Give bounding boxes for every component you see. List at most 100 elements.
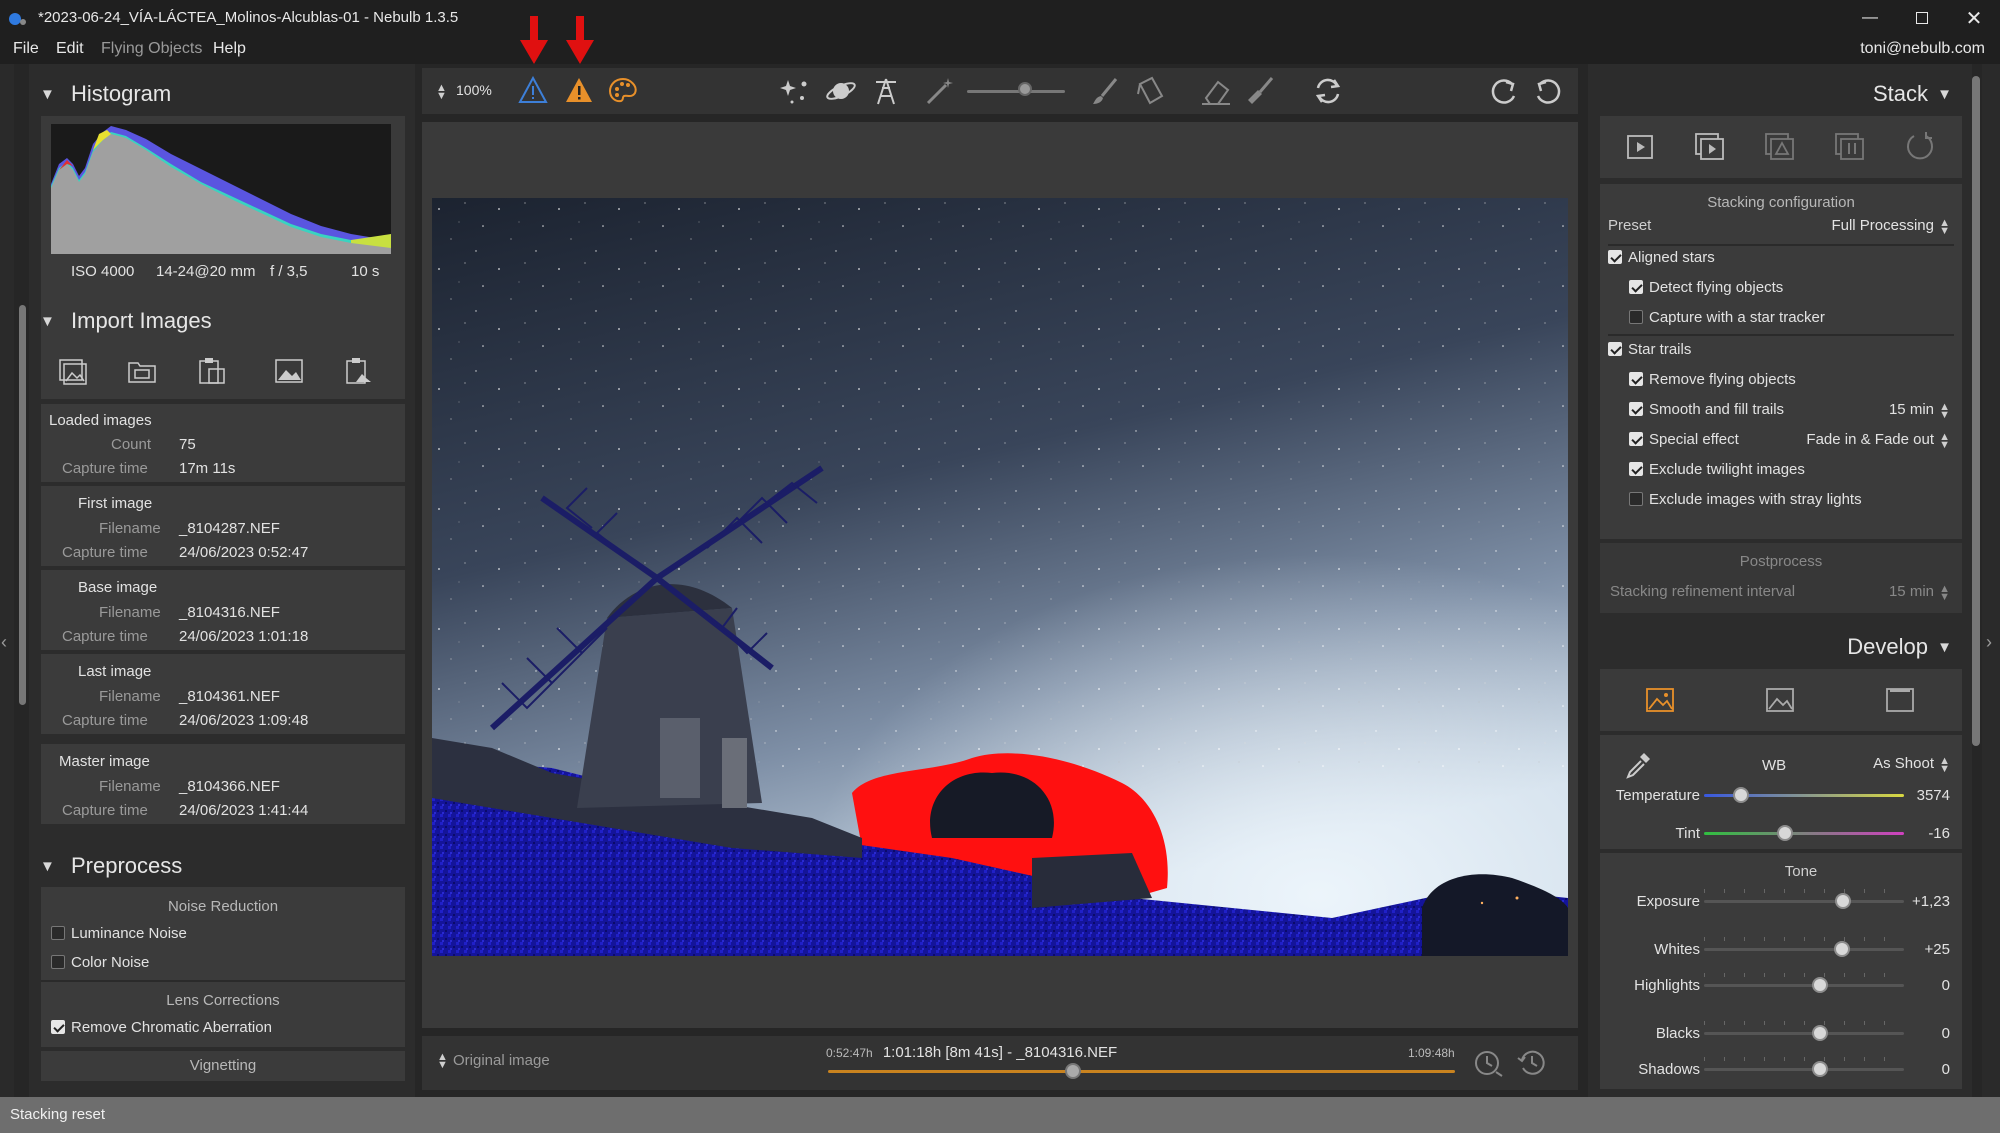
maximize-button[interactable]	[1899, 0, 1945, 36]
smooth-fill-interval-dropdown[interactable]: 15 min	[1889, 401, 1934, 418]
exclude-twilight-checkbox[interactable]	[1629, 462, 1643, 476]
underexposure-warning-icon[interactable]	[518, 76, 548, 104]
chromatic-aberration-checkbox[interactable]	[51, 1020, 65, 1034]
shadows-value[interactable]: 0	[1942, 1061, 1950, 1078]
master-image-box[interactable]: Master image Filename _8104366.NEF Captu…	[41, 744, 405, 824]
right-collapse-handle[interactable]: ›	[1982, 64, 2000, 1097]
zoom-spinner-icon[interactable]: ▲ ▼	[436, 83, 447, 102]
temperature-slider-knob[interactable]	[1733, 787, 1749, 803]
stack-reset-icon[interactable]	[1904, 132, 1936, 162]
shadows-slider[interactable]	[1704, 1068, 1904, 1071]
user-account[interactable]: toni@nebulb.com	[1860, 40, 1985, 58]
stack-pause-icon[interactable]	[1834, 132, 1866, 162]
timeline-slider-knob[interactable]	[1064, 1063, 1081, 1079]
stack-collapse-toggle[interactable]: ▼	[1937, 86, 1952, 103]
develop-collapse-toggle[interactable]: ▼	[1937, 639, 1952, 656]
import-folder-icon[interactable]	[127, 357, 157, 385]
close-button[interactable]: ✕	[1951, 0, 1997, 36]
eyedropper-icon[interactable]	[1622, 749, 1654, 781]
overexposure-warning-icon[interactable]	[564, 76, 594, 104]
clock-history-icon[interactable]	[1516, 1048, 1548, 1078]
tower-icon[interactable]	[870, 76, 902, 106]
magic-wand-icon[interactable]	[924, 76, 956, 106]
tint-slider[interactable]	[1704, 832, 1904, 835]
tint-slider-knob[interactable]	[1777, 825, 1793, 841]
menu-flying-objects[interactable]: Flying Objects	[101, 40, 202, 58]
highlights-slider[interactable]	[1704, 984, 1904, 987]
brush-icon[interactable]	[1090, 76, 1122, 106]
smooth-fill-trails-checkbox[interactable]	[1629, 402, 1643, 416]
bucket-icon[interactable]	[1134, 76, 1166, 106]
broom-icon[interactable]	[1244, 76, 1276, 106]
preprocess-collapse-toggle[interactable]: ▼	[40, 858, 55, 875]
special-effect-checkbox[interactable]	[1629, 432, 1643, 446]
exposure-value[interactable]: +1,23	[1912, 893, 1950, 910]
detect-flying-objects-checkbox[interactable]	[1629, 280, 1643, 294]
histogram-collapse-toggle[interactable]: ▼	[40, 86, 55, 103]
import-single-image-icon[interactable]	[274, 357, 304, 385]
temperature-value[interactable]: 3574	[1917, 787, 1950, 804]
exposure-slider[interactable]	[1704, 900, 1904, 903]
redo-icon[interactable]	[1488, 76, 1520, 106]
timeline-slider-track[interactable]	[828, 1070, 1455, 1073]
right-scrollbar[interactable]	[1972, 76, 1980, 746]
aligned-stars-checkbox[interactable]	[1608, 250, 1622, 264]
whites-value[interactable]: +25	[1925, 941, 1950, 958]
blacks-slider-knob[interactable]	[1812, 1025, 1828, 1041]
stacked-photo[interactable]	[432, 198, 1568, 956]
import-photos-icon[interactable]	[57, 357, 87, 385]
brush-size-slider-knob[interactable]	[1018, 82, 1032, 96]
exposure-slider-knob[interactable]	[1835, 893, 1851, 909]
stars-icon[interactable]	[780, 76, 812, 106]
wb-dropdown[interactable]: As Shoot	[1873, 755, 1934, 772]
whites-slider-knob[interactable]	[1834, 941, 1850, 957]
menu-file[interactable]: File	[13, 40, 39, 58]
refresh-icon[interactable]	[1312, 76, 1344, 106]
undo-icon[interactable]	[1532, 76, 1564, 106]
eraser-icon[interactable]	[1200, 76, 1232, 106]
stack-play-icon[interactable]	[1624, 132, 1656, 162]
import-collapse-toggle[interactable]: ▼	[40, 313, 55, 330]
remove-flying-objects-checkbox[interactable]	[1629, 372, 1643, 386]
color-noise-checkbox[interactable]	[51, 955, 65, 969]
stack-warning-icon[interactable]	[1764, 132, 1796, 162]
star-tracker-checkbox[interactable]	[1629, 310, 1643, 324]
star-trails-checkbox[interactable]	[1608, 342, 1622, 356]
last-image-box[interactable]: Last image Filename _8104361.NEF Capture…	[41, 654, 405, 734]
develop-image-icon[interactable]	[1644, 685, 1676, 715]
planet-icon[interactable]	[825, 76, 857, 106]
menu-edit[interactable]: Edit	[56, 40, 84, 58]
special-effect-dropdown[interactable]: Fade in & Fade out	[1806, 431, 1934, 448]
minimize-button[interactable]: —	[1847, 0, 1893, 36]
left-scrollbar[interactable]	[19, 305, 26, 705]
stack-multi-play-icon[interactable]	[1694, 132, 1726, 162]
wb-spinner-icon[interactable]: ▲ ▼	[1939, 756, 1950, 775]
whites-slider[interactable]	[1704, 948, 1904, 951]
color-palette-icon[interactable]	[608, 76, 638, 104]
blacks-slider[interactable]	[1704, 1032, 1904, 1035]
left-collapse-handle[interactable]: ‹	[0, 64, 14, 1097]
highlights-slider-knob[interactable]	[1812, 977, 1828, 993]
develop-landscape-icon[interactable]	[1764, 685, 1796, 715]
base-image-box[interactable]: Base image Filename _8104316.NEF Capture…	[41, 570, 405, 650]
image-viewport[interactable]	[422, 122, 1578, 1028]
menu-help[interactable]: Help	[213, 40, 246, 58]
shadows-slider-knob[interactable]	[1812, 1061, 1828, 1077]
develop-crop-icon[interactable]	[1884, 685, 1916, 715]
clock-forward-icon[interactable]	[1472, 1048, 1504, 1078]
first-image-box[interactable]: First image Filename _8104287.NEF Captur…	[41, 486, 405, 566]
import-master-icon[interactable]	[344, 357, 374, 385]
preset-spinner-icon[interactable]: ▲ ▼	[1939, 218, 1950, 237]
exclude-stray-lights-checkbox[interactable]	[1629, 492, 1643, 506]
smooth-interval-spinner-icon[interactable]: ▲ ▼	[1939, 402, 1950, 421]
blacks-value[interactable]: 0	[1942, 1025, 1950, 1042]
special-effect-spinner-icon[interactable]: ▲ ▼	[1939, 432, 1950, 451]
import-clipboard-icon[interactable]	[197, 357, 227, 385]
highlights-value[interactable]: 0	[1942, 977, 1950, 994]
refinement-spinner-icon[interactable]: ▲ ▼	[1939, 584, 1950, 603]
tint-value[interactable]: -16	[1928, 825, 1950, 842]
luminance-noise-checkbox[interactable]	[51, 926, 65, 940]
brush-size-slider[interactable]	[967, 90, 1065, 93]
preset-dropdown[interactable]: Full Processing	[1831, 217, 1934, 234]
refinement-interval-dropdown[interactable]: 15 min	[1889, 583, 1934, 600]
